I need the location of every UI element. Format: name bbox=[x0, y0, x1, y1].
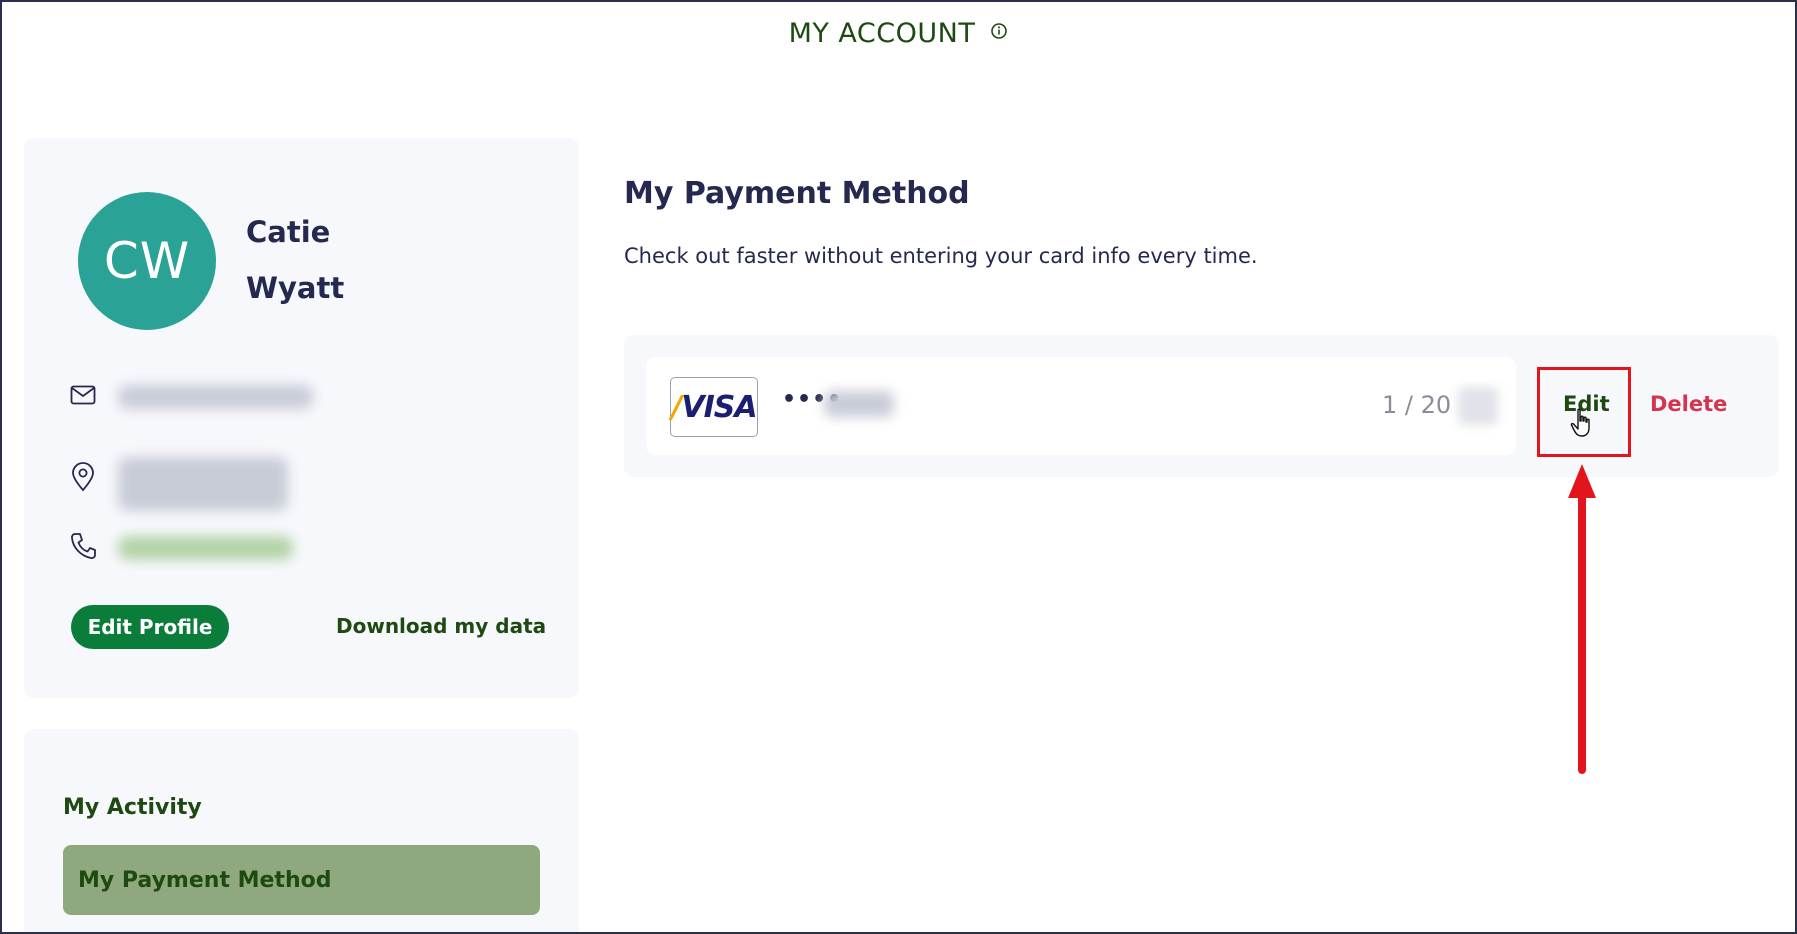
email-value-redacted bbox=[118, 385, 313, 409]
mail-icon bbox=[70, 385, 96, 409]
arrow-up-icon bbox=[1564, 464, 1600, 780]
address-value-redacted bbox=[118, 457, 288, 511]
page-title: MY ACCOUNT bbox=[788, 18, 976, 49]
nav-item-my-activity[interactable]: My Activity bbox=[63, 795, 202, 820]
first-name: Catie bbox=[246, 215, 331, 249]
card-expiry: 1 / 20 bbox=[1382, 391, 1452, 419]
info-icon[interactable] bbox=[990, 16, 1008, 47]
email-row bbox=[70, 385, 313, 409]
expiry-redacted bbox=[1458, 387, 1498, 425]
phone-icon bbox=[70, 532, 96, 564]
nav-item-my-payment-method[interactable]: My Payment Method bbox=[63, 845, 540, 915]
phone-value-redacted bbox=[118, 536, 293, 560]
last-name: Wyatt bbox=[246, 271, 345, 305]
avatar: CW bbox=[78, 192, 216, 330]
profile-card: CW Catie Wyatt Edit Profile Download my … bbox=[24, 138, 579, 698]
hand-pointer-icon bbox=[1570, 408, 1594, 442]
visa-logo: / VISA bbox=[670, 377, 758, 437]
download-data-link[interactable]: Download my data bbox=[336, 614, 546, 638]
location-pin-icon bbox=[70, 462, 96, 496]
address-row bbox=[70, 447, 288, 511]
delete-card-button[interactable]: Delete bbox=[1650, 392, 1727, 416]
page-header: MY ACCOUNT bbox=[2, 16, 1795, 49]
account-nav: My Activity My Payment Method bbox=[24, 729, 579, 932]
user-name: Catie Wyatt bbox=[246, 204, 344, 316]
edit-profile-button[interactable]: Edit Profile bbox=[71, 605, 229, 649]
app-window: MY ACCOUNT CW Catie Wyatt Edit Profile D… bbox=[0, 0, 1797, 934]
saved-card: / VISA •••• 1 / 20 bbox=[646, 357, 1516, 455]
card-last4-redacted bbox=[824, 391, 894, 417]
section-subtitle: Check out faster without entering your c… bbox=[624, 244, 1258, 268]
section-title: My Payment Method bbox=[624, 176, 970, 211]
phone-row bbox=[70, 532, 293, 564]
